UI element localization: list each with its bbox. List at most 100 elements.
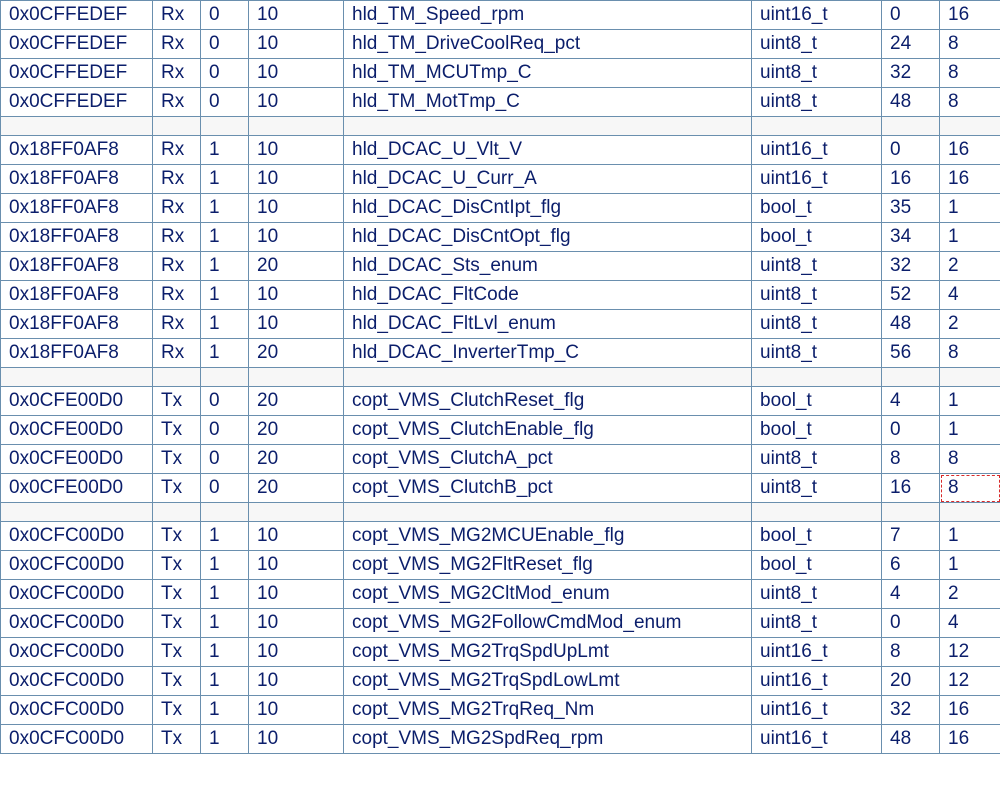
cell-per[interactable]: 10 [249, 88, 344, 117]
table-row[interactable]: 0x0CFC00D0Tx110copt_VMS_MG2MCUEnable_flg… [1, 522, 1000, 551]
cell-name[interactable]: copt_VMS_ClutchA_pct [344, 445, 752, 474]
cell-id[interactable]: 0x0CFC00D0 [1, 638, 153, 667]
cell-start[interactable]: 0 [882, 609, 940, 638]
cell-dir[interactable]: Tx [153, 416, 201, 445]
table-row[interactable]: 0x0CFE00D0Tx020copt_VMS_ClutchEnable_flg… [1, 416, 1000, 445]
cell-dir[interactable]: Tx [153, 474, 201, 503]
table-row[interactable]: 0x18FF0AF8Rx110hld_DCAC_U_Vlt_Vuint16_t0… [1, 136, 1000, 165]
cell-id[interactable]: 0x0CFFEDEF [1, 30, 153, 59]
cell-type[interactable]: uint16_t [752, 696, 882, 725]
cell-start[interactable]: 7 [882, 522, 940, 551]
cell-type[interactable]: uint8_t [752, 88, 882, 117]
cell-start[interactable]: 32 [882, 696, 940, 725]
cell-per[interactable]: 10 [249, 281, 344, 310]
table-row[interactable]: 0x18FF0AF8Rx110hld_DCAC_DisCntIpt_flgboo… [1, 194, 1000, 223]
cell-ch[interactable]: 1 [201, 339, 249, 368]
cell-start[interactable]: 16 [882, 474, 940, 503]
cell-len[interactable]: 8 [940, 339, 1000, 368]
cell-ch[interactable]: 1 [201, 136, 249, 165]
cell-name[interactable]: hld_DCAC_DisCntOpt_flg [344, 223, 752, 252]
cell-name[interactable]: hld_TM_Speed_rpm [344, 1, 752, 30]
cell-id[interactable]: 0x0CFC00D0 [1, 522, 153, 551]
cell-per[interactable]: 10 [249, 580, 344, 609]
cell-per[interactable]: 20 [249, 416, 344, 445]
cell-start[interactable]: 48 [882, 88, 940, 117]
cell-dir[interactable]: Rx [153, 194, 201, 223]
cell-ch[interactable]: 1 [201, 638, 249, 667]
cell-len[interactable]: 1 [940, 551, 1000, 580]
cell-per[interactable]: 10 [249, 223, 344, 252]
cell-len[interactable]: 8 [940, 445, 1000, 474]
cell-name[interactable]: copt_VMS_MG2FollowCmdMod_enum [344, 609, 752, 638]
cell-len[interactable]: 2 [940, 580, 1000, 609]
cell-type[interactable]: uint16_t [752, 165, 882, 194]
cell-start[interactable]: 0 [882, 136, 940, 165]
cell-name[interactable]: copt_VMS_MG2TrqSpdLowLmt [344, 667, 752, 696]
table-row[interactable]: 0x0CFFEDEFRx010hld_TM_MotTmp_Cuint8_t488 [1, 88, 1000, 117]
cell-type[interactable]: uint8_t [752, 59, 882, 88]
cell-id[interactable]: 0x18FF0AF8 [1, 281, 153, 310]
cell-type[interactable]: bool_t [752, 223, 882, 252]
cell-dir[interactable]: Rx [153, 339, 201, 368]
cell-id[interactable]: 0x0CFC00D0 [1, 580, 153, 609]
cell-ch[interactable]: 1 [201, 609, 249, 638]
cell-type[interactable]: uint16_t [752, 1, 882, 30]
cell-per[interactable]: 10 [249, 194, 344, 223]
cell-start[interactable]: 6 [882, 551, 940, 580]
cell-ch[interactable]: 0 [201, 416, 249, 445]
cell-per[interactable]: 20 [249, 339, 344, 368]
cell-start[interactable]: 4 [882, 387, 940, 416]
cell-type[interactable]: bool_t [752, 551, 882, 580]
cell-ch[interactable]: 1 [201, 223, 249, 252]
table-row[interactable]: 0x0CFC00D0Tx110copt_VMS_MG2TrqSpdUpLmtui… [1, 638, 1000, 667]
cell-ch[interactable]: 1 [201, 522, 249, 551]
cell-type[interactable]: uint16_t [752, 638, 882, 667]
cell-type[interactable]: uint8_t [752, 580, 882, 609]
cell-id[interactable]: 0x0CFFEDEF [1, 1, 153, 30]
cell-name[interactable]: copt_VMS_MG2FltReset_flg [344, 551, 752, 580]
cell-per[interactable]: 10 [249, 310, 344, 339]
table-row[interactable]: 0x0CFE00D0Tx020copt_VMS_ClutchB_pctuint8… [1, 474, 1000, 503]
cell-ch[interactable]: 0 [201, 1, 249, 30]
cell-dir[interactable]: Rx [153, 59, 201, 88]
cell-per[interactable]: 10 [249, 30, 344, 59]
cell-name[interactable]: hld_TM_MotTmp_C [344, 88, 752, 117]
cell-ch[interactable]: 0 [201, 30, 249, 59]
cell-ch[interactable]: 0 [201, 88, 249, 117]
cell-start[interactable]: 48 [882, 310, 940, 339]
cell-start[interactable]: 52 [882, 281, 940, 310]
cell-len[interactable]: 8 [940, 59, 1000, 88]
cell-start[interactable]: 34 [882, 223, 940, 252]
cell-ch[interactable]: 1 [201, 310, 249, 339]
cell-per[interactable]: 20 [249, 445, 344, 474]
table-row[interactable]: 0x0CFFEDEFRx010hld_TM_Speed_rpmuint16_t0… [1, 1, 1000, 30]
table-row[interactable]: 0x0CFC00D0Tx110copt_VMS_MG2FltReset_flgb… [1, 551, 1000, 580]
cell-dir[interactable]: Tx [153, 387, 201, 416]
cell-id[interactable]: 0x18FF0AF8 [1, 165, 153, 194]
table-row[interactable]: 0x0CFC00D0Tx110copt_VMS_MG2TrqSpdLowLmtu… [1, 667, 1000, 696]
cell-dir[interactable]: Rx [153, 165, 201, 194]
cell-per[interactable]: 10 [249, 136, 344, 165]
cell-type[interactable]: bool_t [752, 194, 882, 223]
cell-per[interactable]: 10 [249, 638, 344, 667]
cell-per[interactable]: 10 [249, 522, 344, 551]
cell-start[interactable]: 24 [882, 30, 940, 59]
signal-table[interactable]: 0x0CFFEDEFRx010hld_TM_Speed_rpmuint16_t0… [0, 0, 1000, 754]
cell-start[interactable]: 4 [882, 580, 940, 609]
cell-ch[interactable]: 1 [201, 696, 249, 725]
table-row[interactable]: 0x18FF0AF8Rx120hld_DCAC_Sts_enumuint8_t3… [1, 252, 1000, 281]
cell-len[interactable]: 1 [940, 223, 1000, 252]
cell-start[interactable]: 0 [882, 416, 940, 445]
cell-dir[interactable]: Tx [153, 696, 201, 725]
cell-start[interactable]: 8 [882, 445, 940, 474]
table-row[interactable]: 0x0CFE00D0Tx020copt_VMS_ClutchA_pctuint8… [1, 445, 1000, 474]
table-row[interactable]: 0x0CFFEDEFRx010hld_TM_MCUTmp_Cuint8_t328 [1, 59, 1000, 88]
cell-id[interactable]: 0x18FF0AF8 [1, 339, 153, 368]
cell-name[interactable]: hld_DCAC_FltLvl_enum [344, 310, 752, 339]
cell-dir[interactable]: Rx [153, 136, 201, 165]
cell-start[interactable]: 48 [882, 725, 940, 754]
cell-id[interactable]: 0x0CFC00D0 [1, 551, 153, 580]
cell-dir[interactable]: Rx [153, 30, 201, 59]
cell-ch[interactable]: 1 [201, 580, 249, 609]
cell-dir[interactable]: Tx [153, 551, 201, 580]
